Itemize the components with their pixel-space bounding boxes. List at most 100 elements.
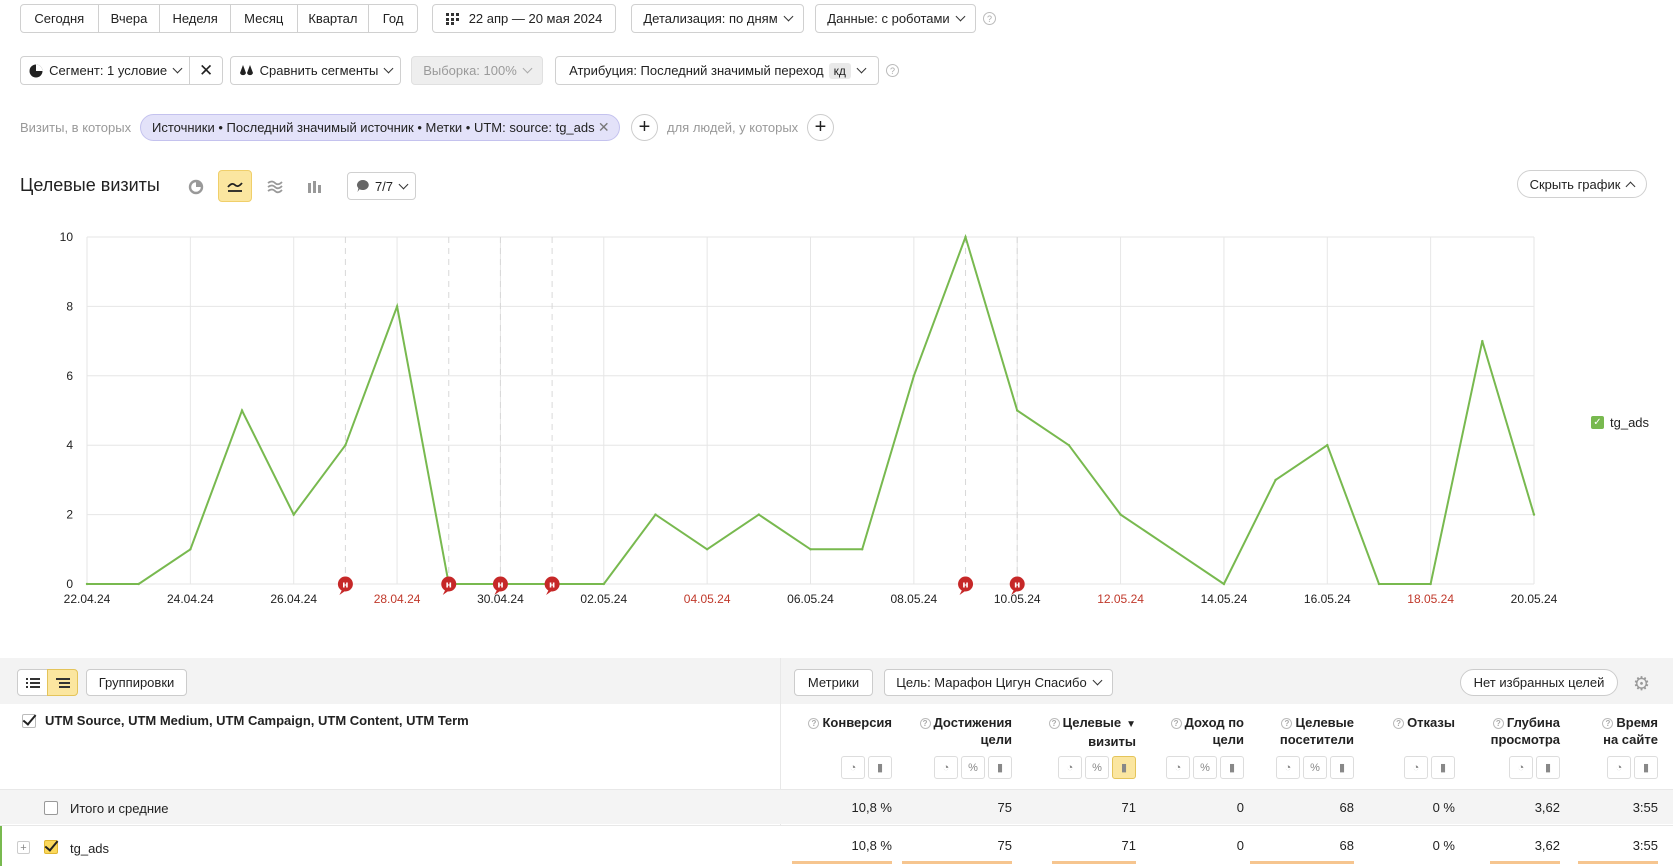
tab-month[interactable]: Месяц: [231, 5, 298, 32]
attribution-dropdown[interactable]: Атрибуция: Последний значимый переход кд: [555, 56, 879, 85]
bar-chart-icon[interactable]: ▮: [868, 756, 892, 779]
bar-chart-icon[interactable]: ▮: [1536, 756, 1560, 779]
compare-label: Сравнить сегменты: [259, 63, 379, 78]
table-row-total[interactable]: Итого и средние: [0, 789, 1673, 824]
pie-chart-icon[interactable]: ◔: [934, 756, 958, 779]
calendar-icon: [445, 12, 459, 25]
help-icon[interactable]: ?: [1281, 718, 1293, 729]
bar-chart-icon[interactable]: ▮: [988, 756, 1012, 779]
help-icon[interactable]: ?: [983, 12, 996, 25]
chart-legend[interactable]: ✓ tg_ads: [1591, 415, 1649, 430]
row-checkbox[interactable]: [44, 801, 58, 815]
close-icon[interactable]: ✕: [598, 119, 610, 136]
expand-icon[interactable]: +: [17, 841, 30, 854]
date-range-button[interactable]: 22 апр — 20 мая 2024: [432, 4, 616, 33]
filter-chip[interactable]: Источники • Последний значимый источник …: [140, 114, 620, 141]
table-cell: 68: [1339, 838, 1354, 853]
help-icon[interactable]: ?: [1393, 718, 1405, 729]
tab-quarter[interactable]: Квартал: [298, 5, 370, 32]
segment-dropdown[interactable]: Сегмент: 1 условие: [21, 57, 191, 84]
x-tick-label: 24.04.24: [167, 592, 214, 606]
data-point: [705, 548, 709, 551]
flat-view-button[interactable]: [17, 669, 48, 696]
chevron-down-icon: [522, 63, 533, 74]
value-bar: [902, 861, 1012, 864]
table-row[interactable]: + tg_ads: [0, 825, 1673, 866]
groupings-button[interactable]: Группировки: [86, 669, 187, 696]
column-header[interactable]: ? Достижения цели: [919, 714, 1012, 748]
tree-view-button[interactable]: [47, 669, 78, 696]
column-header-label: цели: [980, 732, 1012, 747]
pie-chart-icon[interactable]: ◔: [1166, 756, 1190, 779]
bar-view-button[interactable]: [298, 171, 332, 203]
value-bar: [1578, 861, 1658, 864]
percent-icon[interactable]: %: [1085, 756, 1109, 779]
clear-segment-button[interactable]: ✕: [190, 57, 222, 84]
tab-week[interactable]: Неделя: [160, 5, 231, 32]
compare-segments-dropdown[interactable]: Сравнить сегменты: [230, 56, 401, 85]
column-header[interactable]: ? Целевые ▼ визиты: [1048, 714, 1136, 750]
favorite-goals-button[interactable]: Нет избранных целей: [1460, 669, 1618, 696]
pie-chart-icon[interactable]: ◔: [841, 756, 865, 779]
percent-icon[interactable]: %: [961, 756, 985, 779]
dimension-header[interactable]: UTM Source, UTM Medium, UTM Campaign, UT…: [22, 713, 469, 728]
area-view-button[interactable]: [258, 171, 292, 203]
column-header[interactable]: ? Время на сайте: [1602, 714, 1658, 748]
sort-desc-icon[interactable]: ▼: [1126, 719, 1136, 730]
percent-icon[interactable]: %: [1303, 756, 1327, 779]
pie-chart-icon[interactable]: ◔: [1058, 756, 1082, 779]
help-icon[interactable]: ?: [1170, 718, 1182, 729]
annotations-dropdown[interactable]: 7/7: [347, 172, 416, 200]
bar-chart-icon[interactable]: ▮: [1330, 756, 1354, 779]
help-icon[interactable]: ?: [1048, 718, 1060, 729]
pie-chart-icon[interactable]: ◔: [1509, 756, 1533, 779]
pie-chart-icon[interactable]: ◔: [1404, 756, 1428, 779]
bar-chart-icon[interactable]: ▮: [1220, 756, 1244, 779]
annotation-marker-label: н: [497, 581, 503, 591]
series-line-tg_ads: [87, 233, 1535, 586]
data-dropdown[interactable]: Данные: с роботами: [815, 4, 976, 33]
column-header[interactable]: ? Конверсия: [808, 714, 892, 731]
metrics-button[interactable]: Метрики: [794, 669, 873, 696]
tab-year[interactable]: Год: [369, 5, 417, 32]
help-icon[interactable]: ?: [1492, 718, 1504, 729]
table-cell: 0 %: [1432, 800, 1455, 815]
pie-view-button[interactable]: [179, 171, 213, 203]
add-condition-button[interactable]: +: [631, 114, 658, 141]
column-header[interactable]: ? Отказы: [1393, 714, 1455, 731]
help-icon[interactable]: ?: [886, 64, 899, 77]
bar-chart-icon[interactable]: ▮: [1431, 756, 1455, 779]
sample-dropdown[interactable]: Выборка: 100%: [411, 56, 543, 85]
detail-dropdown[interactable]: Детализация: по дням: [631, 4, 804, 33]
hide-chart-button[interactable]: Скрыть график: [1517, 170, 1647, 198]
goal-dropdown[interactable]: Цель: Марафон Цигун Спасибо: [884, 669, 1113, 696]
row-checkbox[interactable]: [44, 840, 58, 854]
table-cell: 0: [1236, 800, 1244, 815]
column-header[interactable]: ? Глубина просмотра: [1491, 714, 1560, 748]
pie-chart-icon[interactable]: ◔: [1607, 756, 1631, 779]
table-cell: 0 %: [1432, 838, 1455, 853]
percent-icon[interactable]: %: [1193, 756, 1217, 779]
tab-yesterday[interactable]: Вчера: [99, 5, 161, 32]
pie-chart-icon[interactable]: ◔: [1276, 756, 1300, 779]
tab-today[interactable]: Сегодня: [21, 5, 99, 32]
column-tools: ◔ ▮: [1401, 756, 1455, 780]
line-chart-icon: [227, 182, 243, 192]
gear-icon[interactable]: ⚙: [1633, 673, 1650, 696]
x-tick-label: 28.04.24: [374, 592, 421, 606]
help-icon[interactable]: ?: [808, 718, 820, 729]
add-people-condition-button[interactable]: +: [807, 114, 834, 141]
column-header[interactable]: ? Целевые посетители: [1280, 714, 1354, 748]
bar-chart-icon[interactable]: ▮: [1112, 756, 1136, 779]
help-icon[interactable]: ?: [919, 718, 931, 729]
dimension-checkbox[interactable]: [22, 713, 36, 728]
data-point: [1481, 339, 1484, 343]
data-point: [1532, 513, 1536, 516]
chevron-down-icon: [856, 63, 867, 74]
bar-chart-icon[interactable]: ▮: [1634, 756, 1658, 779]
help-icon[interactable]: ?: [1602, 718, 1614, 729]
annotation-marker: [544, 576, 560, 592]
line-view-button[interactable]: [218, 170, 252, 202]
column-header[interactable]: ? Доход по цели: [1170, 714, 1244, 748]
legend-checkbox[interactable]: ✓: [1591, 416, 1604, 429]
